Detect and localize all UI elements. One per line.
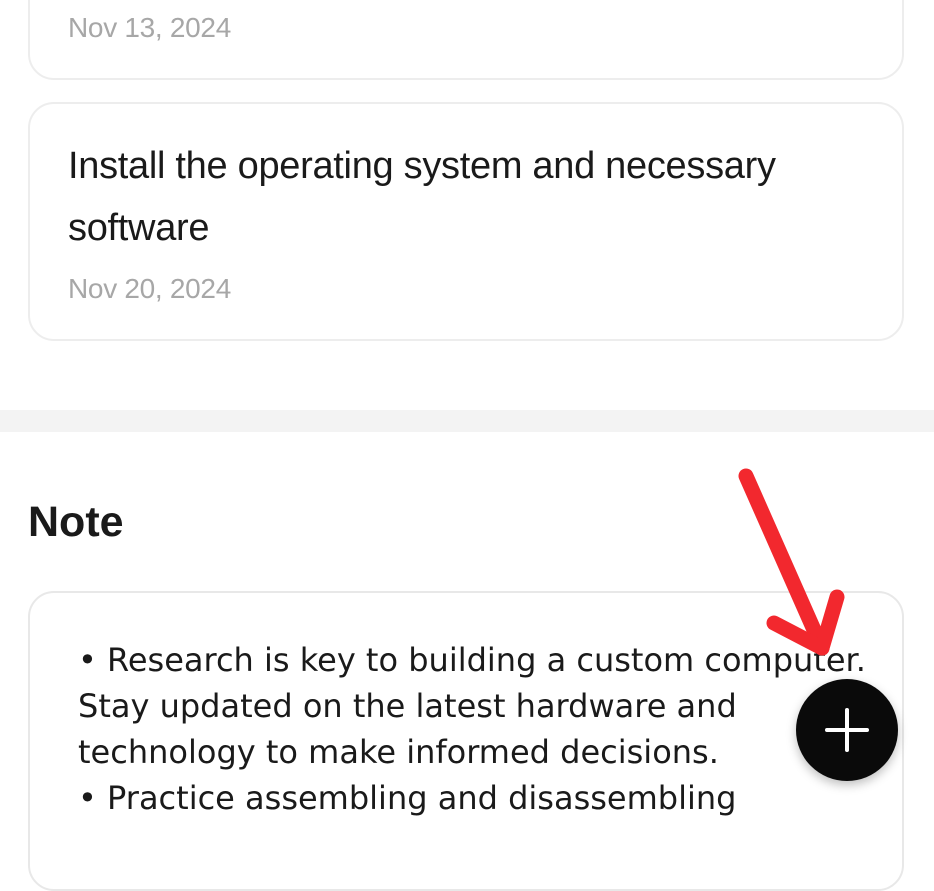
note-card[interactable]: • Research is key to building a custom c… xyxy=(28,591,904,891)
add-button[interactable] xyxy=(796,679,898,781)
note-section-title: Note xyxy=(28,498,124,546)
task-date: Nov 13, 2024 xyxy=(68,12,231,43)
task-card[interactable]: Install the operating system and necessa… xyxy=(28,102,904,341)
task-card[interactable]: Nov 13, 2024 xyxy=(28,0,904,80)
section-divider xyxy=(0,410,934,432)
task-date: Nov 20, 2024 xyxy=(68,273,231,304)
plus-icon xyxy=(825,708,869,752)
note-content: • Research is key to building a custom c… xyxy=(78,641,866,817)
task-title: Install the operating system and necessa… xyxy=(68,145,776,249)
